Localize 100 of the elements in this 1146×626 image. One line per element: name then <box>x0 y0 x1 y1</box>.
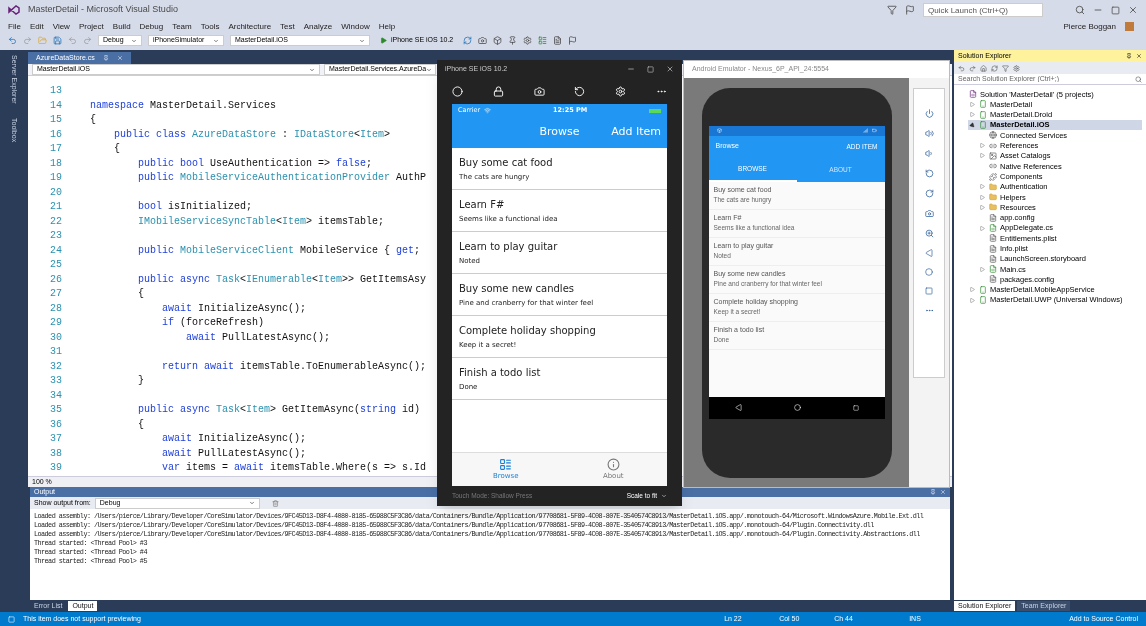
power-icon[interactable] <box>924 109 934 118</box>
info-icon <box>606 457 620 471</box>
line-number: 24 <box>49 243 63 258</box>
dropdown-caret-icon[interactable] <box>309 66 315 73</box>
document-icon[interactable] <box>553 36 563 45</box>
dropdown-caret-icon[interactable] <box>213 37 219 44</box>
item-title: Complete holiday shopping <box>459 323 597 338</box>
code-line: bool isInitialized; <box>137 200 253 214</box>
code-line: } <box>137 374 144 388</box>
code-line: { <box>90 113 96 127</box>
rotate-right-icon[interactable] <box>924 189 934 198</box>
dropdown-caret-icon[interactable] <box>426 66 433 73</box>
menu-item[interactable]: File <box>8 20 21 33</box>
flag-icon[interactable] <box>905 5 915 15</box>
menu-item[interactable]: Test <box>280 20 295 33</box>
line-number: 21 <box>49 200 63 214</box>
line-number: 33 <box>49 374 63 388</box>
line-number: 37 <box>49 432 63 446</box>
line-number: 15 <box>49 113 63 127</box>
collapsed-arrow-icon[interactable] <box>979 266 985 272</box>
code-line: public bool UseAuthentication => false; <box>137 156 373 171</box>
list-icon[interactable] <box>538 36 548 45</box>
clear-icon[interactable] <box>271 499 279 507</box>
line-number: 13 <box>49 84 63 98</box>
forward-icon[interactable] <box>23 36 32 45</box>
line-number: 26 <box>49 272 63 287</box>
bookmark-icon[interactable] <box>568 36 578 45</box>
list-icon <box>499 457 513 471</box>
dropdown-caret-icon[interactable] <box>131 37 137 44</box>
item-title: Buy some cat food <box>459 155 554 170</box>
line-number: 18 <box>49 156 63 171</box>
filter-icon[interactable] <box>1002 64 1009 72</box>
file-icon <box>989 213 997 222</box>
nav-title: Browse <box>538 124 581 141</box>
forward-icon[interactable] <box>969 64 976 72</box>
menu-item[interactable]: View <box>52 20 70 33</box>
pin-icon[interactable] <box>1126 53 1132 59</box>
code-line: await PullLatestAsync(); <box>185 330 331 345</box>
menu-item[interactable]: Project <box>78 20 104 33</box>
menu-item[interactable]: Analyze <box>303 20 333 33</box>
code-file-icon <box>989 224 997 232</box>
line-number: 32 <box>49 359 63 374</box>
quick-launch-field[interactable]: Quick Launch (Ctrl+Q) <box>923 3 1043 17</box>
close-icon[interactable] <box>1128 5 1138 15</box>
open-folder-icon[interactable] <box>38 36 47 45</box>
code-line: if (forceRefresh) <box>161 316 265 330</box>
search-icon[interactable] <box>1075 5 1085 15</box>
project-icon <box>979 285 987 294</box>
line-number: 17 <box>49 142 63 156</box>
refresh-icon[interactable] <box>991 64 998 72</box>
folder-icon <box>989 182 997 191</box>
rotate-icon[interactable] <box>574 85 586 97</box>
code-line: { <box>137 417 144 432</box>
close-icon[interactable] <box>116 55 123 61</box>
menu-item[interactable]: Build <box>112 20 131 33</box>
menu-item[interactable]: Team <box>172 20 192 33</box>
notification-icon <box>716 128 722 133</box>
user-name[interactable]: Pierce Boggan <box>1063 20 1116 33</box>
line-number: 25 <box>49 258 63 272</box>
minimize-icon[interactable] <box>627 65 635 73</box>
expanded-arrow-icon[interactable] <box>968 121 976 129</box>
box-icon[interactable] <box>493 36 503 45</box>
line-number: 22 <box>49 214 63 229</box>
menu-item[interactable]: Tools <box>200 20 220 33</box>
line-number: 36 <box>49 417 63 432</box>
rotate-left-icon[interactable] <box>924 169 934 178</box>
code-line: public MobileServiceAuthenticationProvider AuthP <box>137 171 427 185</box>
code-line: { <box>113 142 120 156</box>
dropdown-caret-icon[interactable] <box>359 37 365 44</box>
collapsed-arrow-icon[interactable] <box>979 225 985 231</box>
pin-icon[interactable] <box>508 36 518 45</box>
filter-icon[interactable] <box>887 5 897 15</box>
refresh-icon[interactable] <box>463 36 473 45</box>
redo-icon[interactable] <box>83 36 92 45</box>
code-line: await PullLatestAsync(); <box>161 446 307 461</box>
maximize-icon[interactable] <box>1111 5 1120 15</box>
wifi-icon <box>484 107 492 114</box>
dropdown-caret-icon[interactable] <box>248 500 255 506</box>
line-number: 39 <box>49 461 63 475</box>
search-icon[interactable] <box>1135 75 1142 83</box>
close-icon[interactable] <box>1136 53 1142 59</box>
lock-icon[interactable] <box>492 85 504 97</box>
back-icon[interactable] <box>925 249 933 257</box>
menu-item[interactable]: Architecture <box>228 20 272 33</box>
back-icon[interactable] <box>958 64 965 72</box>
menu-item[interactable]: Help <box>378 20 396 33</box>
undo-icon[interactable] <box>68 36 77 45</box>
overview-icon[interactable] <box>925 287 933 295</box>
menu-item[interactable]: Window <box>341 20 370 33</box>
globe-icon <box>989 131 997 140</box>
code-file-icon <box>989 265 997 274</box>
zoom-icon[interactable] <box>924 229 934 238</box>
back-icon[interactable] <box>8 36 17 45</box>
volume-down-icon[interactable] <box>924 149 934 158</box>
save-icon[interactable] <box>53 36 62 45</box>
code-line: public class AzureDataStore : IDataStore<Item> <box>113 127 391 142</box>
menu-item[interactable]: Edit <box>29 20 44 33</box>
line-number: 29 <box>49 316 63 330</box>
volume-up-icon[interactable] <box>924 129 934 138</box>
menu-item[interactable]: Debug <box>139 20 164 33</box>
